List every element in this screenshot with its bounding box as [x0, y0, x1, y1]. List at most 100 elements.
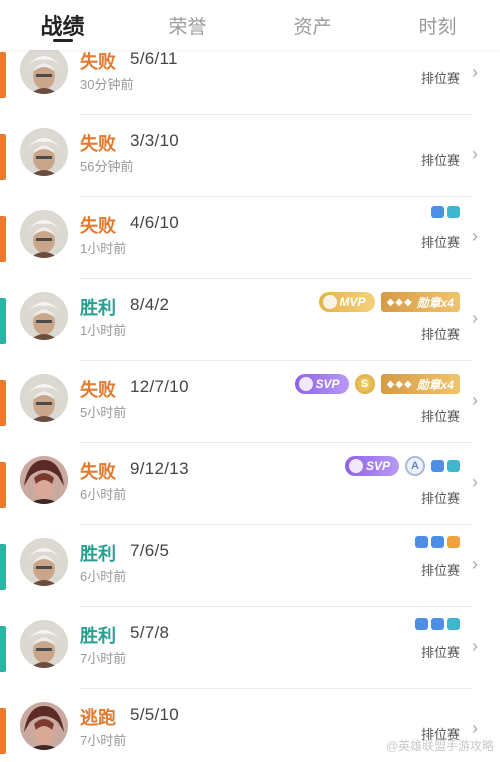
kda-score: 7/6/5: [130, 541, 170, 560]
achievement-icons: [431, 206, 460, 218]
match-time: 56分钟前: [80, 159, 134, 174]
match-row[interactable]: 失败 3/3/10 56分钟前 排位赛 ›: [0, 114, 500, 196]
kda-score: 3/3/10: [130, 131, 180, 150]
kda-score: 5/5/10: [130, 705, 180, 724]
medal-badge: ◆◆◆ 勋章x4: [380, 374, 460, 394]
match-badges: [415, 618, 460, 630]
match-result: 失败: [80, 52, 116, 72]
chevron-right-icon: ›: [472, 390, 478, 410]
result-indicator: [0, 52, 6, 98]
match-row[interactable]: 失败 4/6/10 1小时前 排位赛 ›: [0, 196, 500, 278]
game-mode: 排位赛: [420, 645, 460, 660]
shield-icon: [431, 206, 444, 218]
champion-avatar: [20, 292, 68, 340]
match-badges: SVP A: [344, 456, 460, 476]
svp-badge: SVP: [294, 374, 349, 394]
fire-icon: [447, 536, 460, 548]
match-result: 失败: [80, 134, 116, 154]
match-time: 7小时前: [80, 733, 127, 748]
match-row[interactable]: 失败 12/7/10 5小时前 SVP S ◆◆◆ 勋章x4 排位赛 ›: [0, 360, 500, 442]
champion-avatar: [20, 46, 68, 94]
result-indicator: [0, 380, 6, 426]
kda-score: 5/6/11: [130, 49, 178, 68]
tab-bar: 战绩 荣誉 资产 时刻: [0, 0, 500, 50]
tab-record[interactable]: 战绩: [0, 0, 125, 50]
chevron-right-icon: ›: [472, 636, 478, 656]
champion-avatar: [20, 620, 68, 668]
match-badges: [415, 536, 460, 548]
mvp-badge: MVP: [318, 292, 375, 312]
match-time: 7小时前: [80, 651, 127, 666]
achievement-icons: [415, 536, 460, 548]
champion-avatar: [20, 374, 68, 422]
result-indicator: [0, 216, 6, 262]
champion-avatar: [20, 128, 68, 176]
champion-avatar: [20, 538, 68, 586]
champion-avatar: [20, 210, 68, 258]
match-time: 6小时前: [80, 569, 127, 584]
match-row[interactable]: 失败 9/12/13 6小时前 SVP A 排位赛 ›: [0, 442, 500, 524]
chevron-right-icon: ›: [472, 62, 478, 82]
medal-badge: ◆◆◆ 勋章x4: [380, 292, 460, 312]
s-grade-coin-icon: S: [354, 374, 375, 394]
kda-score: 5/7/8: [130, 623, 170, 642]
achievement-icons: [415, 618, 460, 630]
result-indicator: [0, 544, 6, 590]
game-mode: 排位赛: [420, 327, 460, 342]
shield-icon: [431, 618, 444, 630]
match-time: 5小时前: [80, 405, 127, 420]
match-row[interactable]: 胜利 5/7/8 7小时前 排位赛 ›: [0, 606, 500, 688]
match-result: 胜利: [80, 298, 116, 318]
sword-icon: [415, 618, 428, 630]
shield-icon: [431, 536, 444, 548]
lightning-icon: [322, 295, 337, 309]
kda-score: 9/12/13: [130, 459, 189, 478]
game-mode: 排位赛: [420, 491, 460, 506]
game-mode: 排位赛: [420, 153, 460, 168]
a-grade-icon: A: [405, 456, 425, 476]
match-row[interactable]: 胜利 8/4/2 1小时前 MVP ◆◆◆ 勋章x4 排位赛 ›: [0, 278, 500, 360]
result-indicator: [0, 626, 6, 672]
kda-score: 12/7/10: [130, 377, 189, 396]
game-mode: 排位赛: [420, 235, 460, 250]
champion-avatar: [20, 456, 68, 504]
result-indicator: [0, 462, 6, 508]
match-badges: MVP ◆◆◆ 勋章x4: [318, 292, 460, 312]
kda-score: 4/6/10: [130, 213, 180, 232]
chevron-right-icon: ›: [472, 308, 478, 328]
sword-icon: [415, 536, 428, 548]
match-time: 1小时前: [80, 241, 127, 256]
match-result: 失败: [80, 462, 116, 482]
match-result: 胜利: [80, 544, 116, 564]
lightning-icon: [348, 459, 363, 473]
heart-icon: [447, 206, 460, 218]
game-mode: 排位赛: [420, 71, 460, 86]
match-time: 30分钟前: [80, 77, 134, 92]
helmet-icon: [447, 618, 460, 630]
tab-moments[interactable]: 时刻: [375, 0, 500, 50]
match-time: 6小时前: [80, 487, 127, 502]
chevron-right-icon: ›: [472, 554, 478, 574]
match-list: 失败 5/6/11 30分钟前 排位赛 › 失败 3/3/10 56分钟前 排位…: [0, 32, 500, 762]
kda-score: 8/4/2: [130, 295, 170, 314]
tab-honor[interactable]: 荣誉: [125, 0, 250, 50]
helmet-icon: [447, 460, 460, 472]
chevron-right-icon: ›: [472, 144, 478, 164]
game-mode: 排位赛: [420, 409, 460, 424]
shield-icon: [431, 460, 444, 472]
match-row[interactable]: 胜利 7/6/5 6小时前 排位赛 ›: [0, 524, 500, 606]
match-badges: [431, 206, 460, 218]
result-indicator: [0, 134, 6, 180]
chevron-right-icon: ›: [472, 226, 478, 246]
match-result: 胜利: [80, 626, 116, 646]
game-mode: 排位赛: [420, 563, 460, 578]
chevron-right-icon: ›: [472, 718, 478, 738]
match-result: 失败: [80, 380, 116, 400]
svp-badge: SVP: [344, 456, 399, 476]
champion-avatar: [20, 702, 68, 750]
chevron-right-icon: ›: [472, 472, 478, 492]
match-badges: SVP S ◆◆◆ 勋章x4: [294, 374, 460, 394]
medal-icons: ◆◆◆: [386, 378, 413, 390]
tab-assets[interactable]: 资产: [250, 0, 375, 50]
result-indicator: [0, 298, 6, 344]
